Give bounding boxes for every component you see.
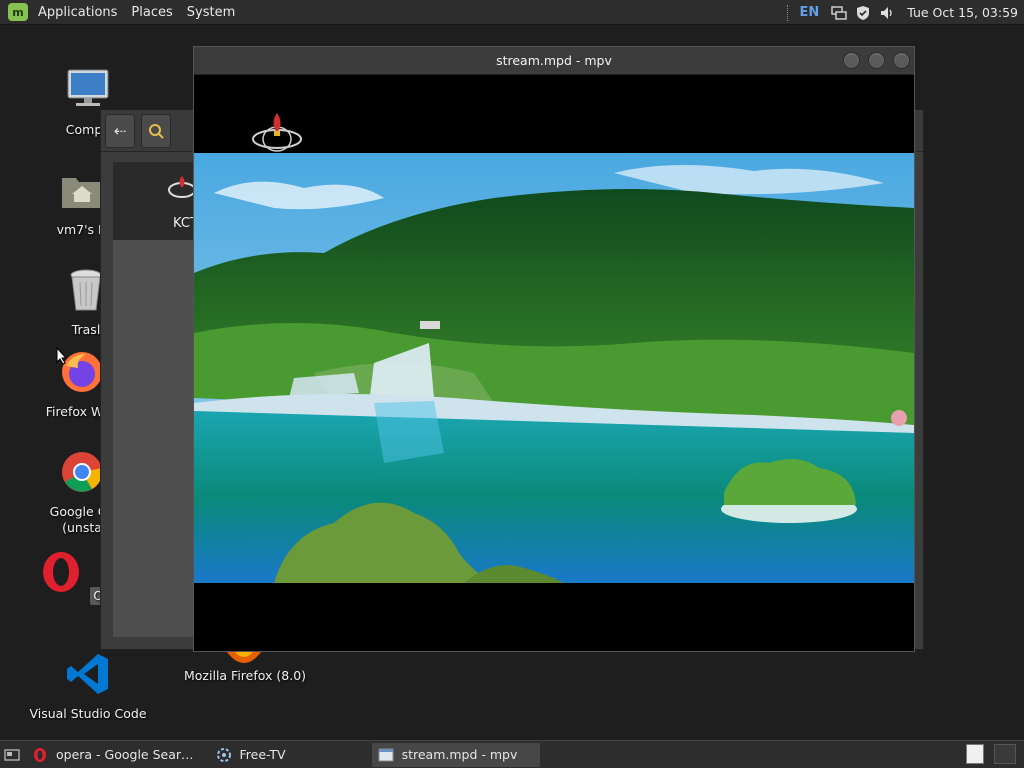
home-folder-icon — [62, 178, 102, 208]
volume-icon[interactable] — [879, 5, 895, 21]
menu-system[interactable]: System — [183, 5, 239, 20]
mint-menu-icon[interactable]: m — [8, 3, 28, 21]
close-button[interactable] — [893, 52, 910, 69]
video-frame — [194, 153, 914, 583]
back-arrow-icon: ⇠ — [113, 122, 127, 140]
task-label: stream.mpd - mpv — [401, 747, 518, 762]
back-button[interactable]: ⇠ — [105, 114, 135, 148]
maximize-button[interactable] — [868, 52, 885, 69]
keyboard-layout-indicator[interactable]: EN — [799, 5, 819, 20]
mpv-titlebar[interactable]: stream.mpd - mpv — [194, 47, 914, 75]
channel-watermark-logo — [252, 113, 302, 152]
mouse-cursor-icon — [56, 347, 68, 365]
taskbar-item-mpv[interactable]: stream.mpd - mpv — [371, 742, 540, 767]
window-controls — [835, 52, 910, 69]
chrome-icon — [62, 452, 103, 492]
top-panel: m Applications Places System EN Tue Oct … — [0, 0, 1024, 25]
free-tv-icon — [216, 747, 231, 762]
video-area[interactable] — [194, 75, 914, 651]
search-icon — [149, 124, 164, 139]
minimize-button[interactable] — [843, 52, 860, 69]
tray-separator — [787, 4, 789, 21]
system-tray: EN Tue Oct 15, 03:59 — [787, 0, 1024, 25]
task-label: opera - Google Sear… — [56, 747, 194, 762]
menu-places[interactable]: Places — [127, 5, 176, 20]
shield-icon[interactable] — [855, 5, 871, 21]
search-button[interactable] — [141, 114, 171, 148]
network-icon[interactable] — [831, 5, 847, 21]
menu-applications[interactable]: Applications — [34, 5, 121, 20]
opera-icon — [43, 552, 80, 592]
workspace-1-button[interactable] — [966, 744, 984, 764]
opera-icon — [34, 747, 46, 762]
clock[interactable]: Tue Oct 15, 03:59 — [907, 5, 1018, 20]
taskbar: opera - Google Sear… Free-TV stream.mpd … — [0, 740, 1024, 768]
window-title: stream.mpd - mpv — [496, 53, 612, 68]
task-label: Free-TV — [239, 747, 286, 762]
taskbar-item-opera[interactable]: opera - Google Sear… — [26, 743, 200, 767]
window-icon — [378, 748, 394, 761]
taskbar-item-free-tv[interactable]: Free-TV — [210, 743, 292, 767]
mpv-window[interactable]: stream.mpd - mpv — [193, 46, 915, 652]
desktop-icon-vscode[interactable]: Visual Studio Code — [28, 650, 148, 722]
computer-icon — [67, 69, 109, 106]
workspace-2-button[interactable] — [994, 744, 1016, 764]
show-desktop-icon[interactable] — [4, 747, 20, 763]
vscode-icon — [67, 654, 108, 694]
desktop-icon-label: Visual Studio Code — [29, 706, 147, 721]
